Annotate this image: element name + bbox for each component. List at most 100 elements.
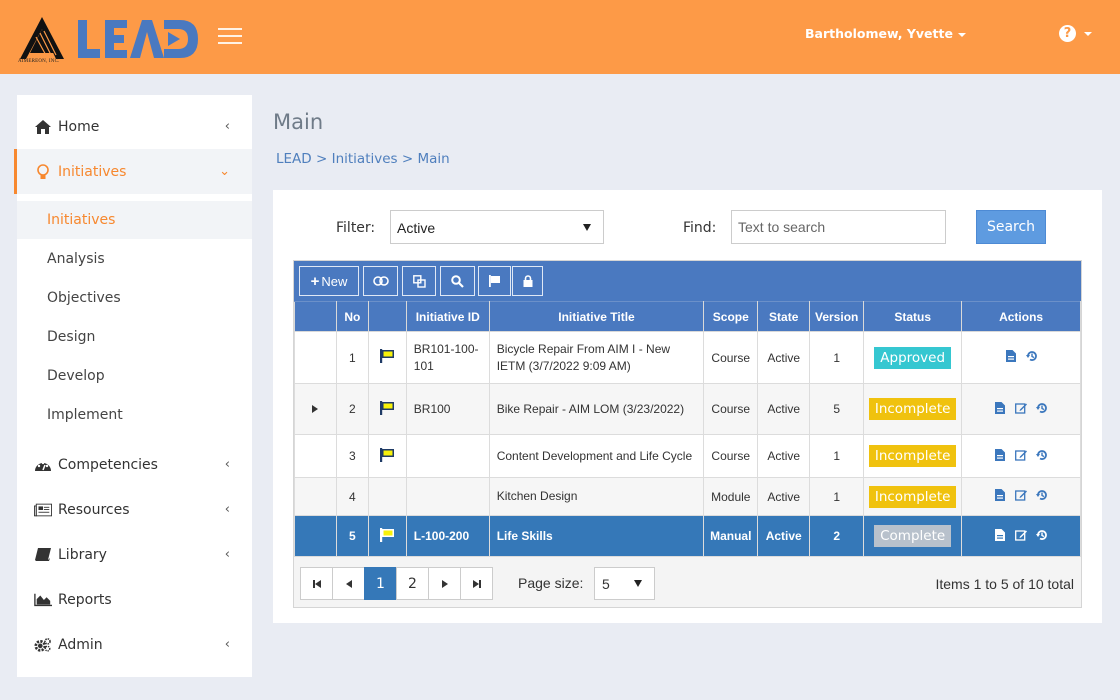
column-header-flag [367, 301, 407, 332]
chevron-left-icon: ‹ [224, 637, 230, 652]
find-button[interactable] [440, 266, 475, 296]
view-icon[interactable] [1005, 350, 1017, 362]
sidebar-item-admin[interactable]: Admin ‹ [17, 622, 252, 667]
cell-actions [961, 383, 1081, 435]
plus-icon: + [310, 272, 320, 290]
history-icon[interactable] [1036, 529, 1048, 541]
sidebar-item-home[interactable]: Home ‹ [17, 104, 252, 149]
next-page-icon [441, 579, 448, 588]
lock-button[interactable] [512, 266, 543, 296]
status-badge: Incomplete [868, 398, 957, 420]
user-menu[interactable]: Bartholomew, Yvette [805, 26, 966, 41]
new-button-label: New [321, 273, 348, 289]
history-icon[interactable] [1025, 350, 1038, 362]
sidebar-item-label: Admin [58, 636, 103, 653]
sidebar-subitem-implement[interactable]: Implement [17, 396, 252, 434]
expand-cell[interactable] [294, 383, 337, 435]
search-input[interactable] [731, 210, 946, 244]
help-menu[interactable]: ? [1059, 25, 1092, 42]
history-icon[interactable] [1036, 449, 1048, 461]
page-1-button[interactable]: 1 [364, 567, 397, 600]
filter-label: Filter: [336, 220, 376, 236]
page-size-select[interactable]: 5 [594, 567, 655, 600]
breadcrumb-lead[interactable]: LEAD [276, 151, 312, 167]
cell-actions [961, 331, 1081, 384]
chevron-left-icon: ‹ [224, 547, 230, 562]
expand-row-icon[interactable] [312, 405, 319, 413]
sidebar-subitem-objectives[interactable]: Objectives [17, 279, 252, 317]
first-page-button[interactable] [300, 567, 333, 600]
row-actions [994, 448, 1048, 461]
cell-flag [367, 515, 407, 557]
column-header-scope[interactable]: Scope [703, 301, 759, 332]
cell-scope: Course [703, 434, 759, 478]
cell-state: Active [757, 434, 811, 478]
sidebar-subitem-design[interactable]: Design [17, 318, 252, 356]
row-actions [994, 401, 1048, 414]
page-2-button[interactable]: 2 [396, 567, 429, 600]
search-button[interactable]: Search [976, 210, 1046, 244]
first-page-icon-arrow [314, 579, 321, 588]
row-actions [1005, 350, 1038, 362]
cell-no: 3 [335, 434, 369, 478]
sidebar-item-competencies[interactable]: Competencies ‹ [17, 442, 252, 487]
column-header-state[interactable]: State [757, 301, 811, 332]
new-button[interactable]: + New [299, 266, 359, 296]
company-name: AIMEREON, INC. [18, 59, 60, 64]
menu-toggle-icon[interactable] [218, 28, 242, 46]
lock-icon [523, 275, 532, 287]
toggle-button[interactable] [363, 266, 398, 296]
column-header-no[interactable]: No [335, 301, 369, 332]
history-icon[interactable] [1036, 489, 1048, 501]
sidebar-subitem-develop[interactable]: Develop [17, 357, 252, 395]
column-header-initiative-id[interactable]: Initiative ID [405, 301, 490, 332]
column-header-initiative-title[interactable]: Initiative Title [488, 301, 705, 332]
breadcrumb-separator: > [311, 151, 332, 167]
history-icon[interactable] [1036, 402, 1048, 414]
table-row[interactable]: 3 Content Development and Life Cycle Cours… [294, 434, 1081, 478]
area-chart-icon [34, 592, 52, 608]
view-icon[interactable] [994, 489, 1006, 501]
cell-state: Active [757, 515, 811, 557]
filter-value: Active [397, 220, 436, 236]
flag-icon [379, 348, 395, 364]
next-page-button[interactable] [428, 567, 461, 600]
cell-scope: Course [703, 383, 759, 435]
sidebar-item-library[interactable]: Library ‹ [17, 532, 252, 577]
breadcrumb-separator: > [397, 151, 418, 167]
cell-initiative-title: Kitchen Design [488, 477, 705, 516]
column-header-actions: Actions [961, 301, 1081, 332]
breadcrumb-initiatives[interactable]: Initiatives [332, 151, 398, 167]
table-row[interactable]: 2 BR100 Bike Repair - AIM LOM (3/23/2022) C… [294, 383, 1081, 435]
sidebar-item-reports[interactable]: Reports [17, 577, 252, 622]
caret-down-icon [583, 224, 591, 231]
copy-button[interactable] [402, 266, 436, 296]
edit-icon[interactable] [1015, 402, 1028, 414]
last-page-button[interactable] [460, 567, 493, 600]
dashboard-icon [34, 457, 52, 473]
view-icon[interactable] [994, 448, 1006, 461]
flag-button[interactable] [478, 266, 511, 296]
view-icon[interactable] [994, 528, 1006, 541]
sidebar-item-initiatives[interactable]: Initiatives ⌄ [14, 149, 252, 194]
cell-flag [367, 477, 407, 516]
view-icon[interactable] [994, 401, 1006, 414]
breadcrumb-main[interactable]: Main [417, 151, 449, 167]
sidebar-item-resources[interactable]: Resources ‹ [17, 487, 252, 532]
column-header-version[interactable]: Version [809, 301, 865, 332]
column-header-status[interactable]: Status [863, 301, 963, 332]
lead-logo[interactable] [76, 18, 200, 60]
cell-state: Active [757, 383, 811, 435]
edit-icon[interactable] [1015, 449, 1028, 461]
edit-icon[interactable] [1015, 489, 1028, 501]
filter-select[interactable]: Active [390, 210, 604, 244]
sidebar-subitem-initiatives[interactable]: Initiatives [17, 201, 252, 239]
table-row[interactable]: 5 L-100-200 Life Skills Manual Active 2 Comple… [294, 515, 1081, 557]
pager: 1 2 [300, 567, 493, 600]
prev-page-button[interactable] [332, 567, 365, 600]
table-row[interactable]: 4 Kitchen Design Module Active 1 Incomplete [294, 477, 1081, 516]
edit-icon[interactable] [1015, 529, 1028, 541]
initiatives-grid: + New No Initiative ID Initiative Title … [293, 260, 1082, 608]
sidebar-subitem-analysis[interactable]: Analysis [17, 240, 252, 278]
table-row[interactable]: 1 BR101-100-101 Bicycle Repair From AIM I … [294, 331, 1081, 384]
